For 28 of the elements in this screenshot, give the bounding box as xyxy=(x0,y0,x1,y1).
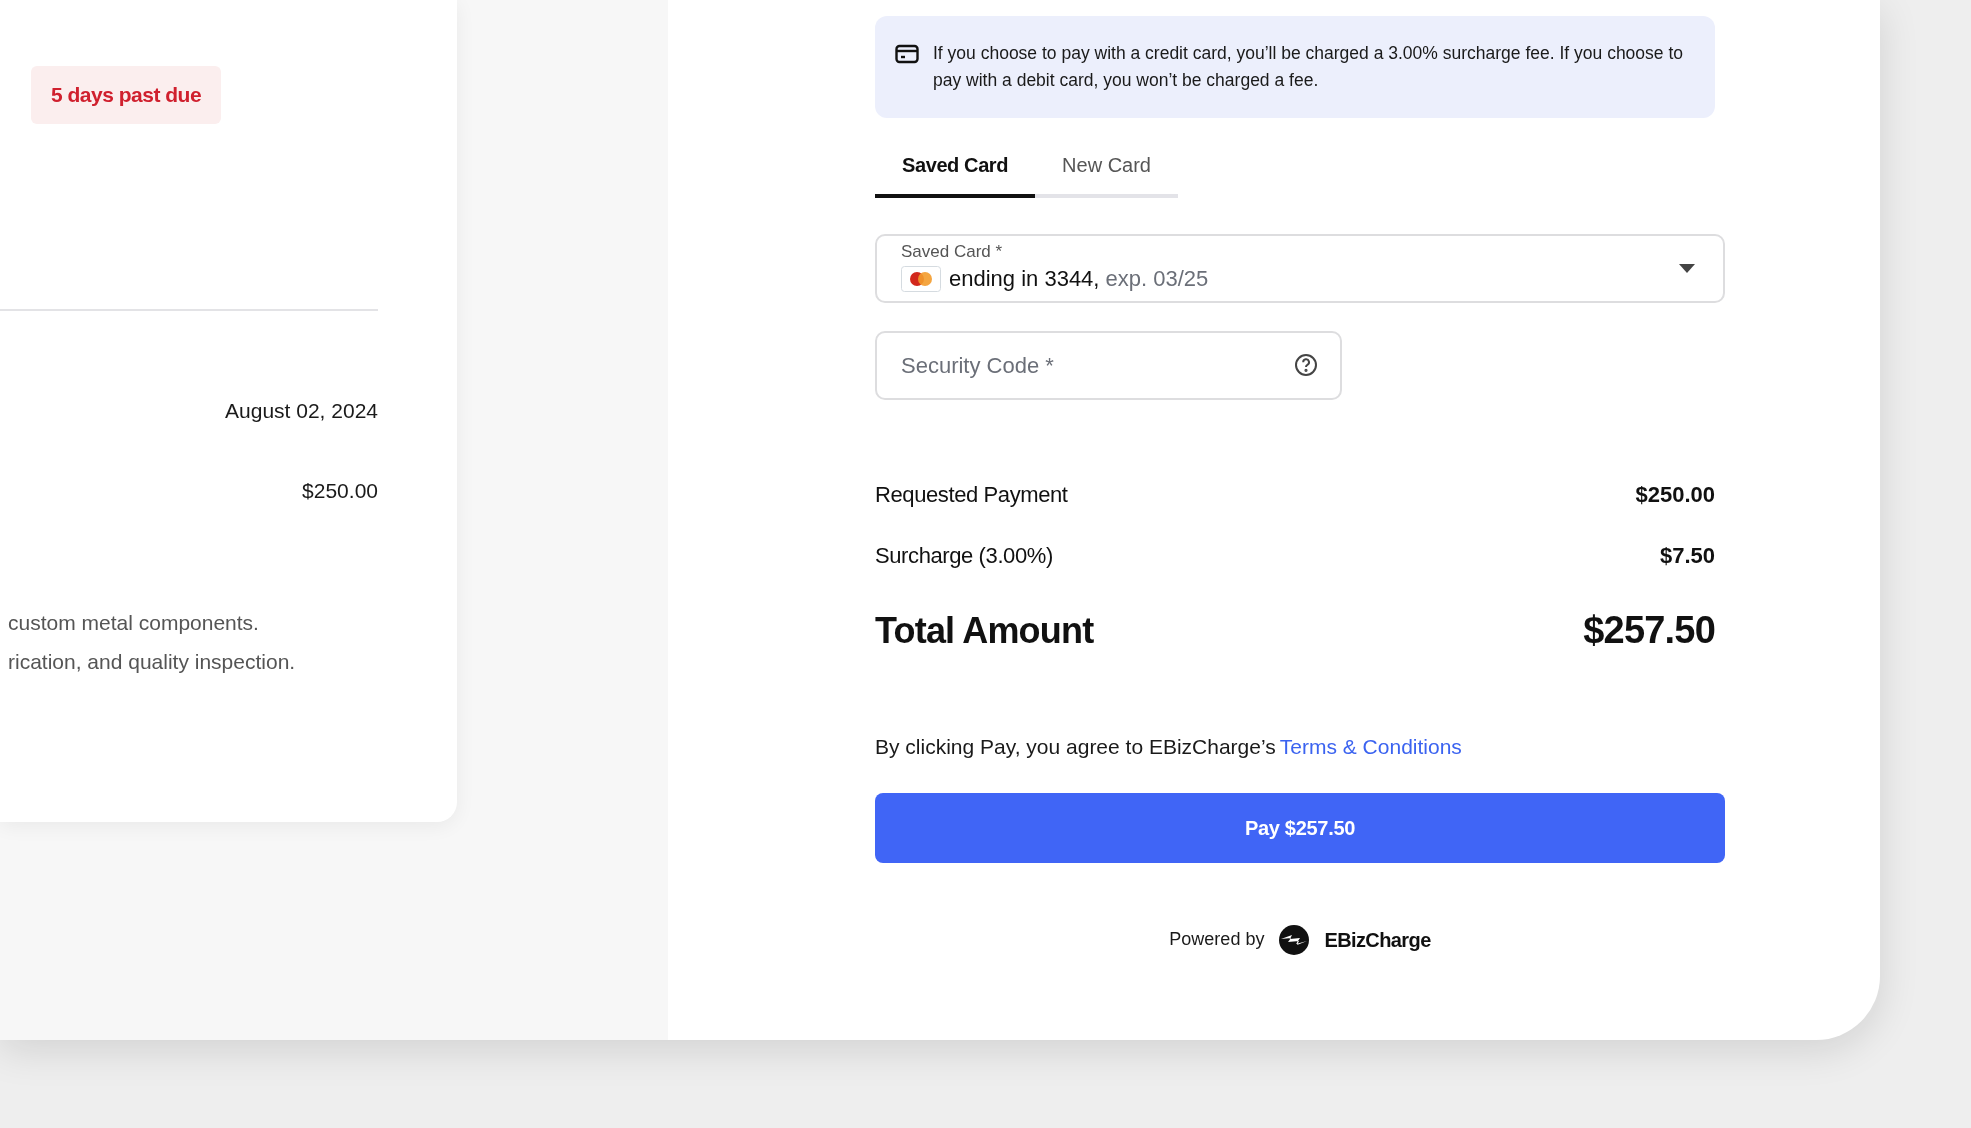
field-label: Saved Card * xyxy=(901,242,1003,262)
notice-text: If you choose to pay with a credit card, you’ll be charged a 3.00% surcharge fee. If you choose to pay with a debit card, you won’t be charged a fee. xyxy=(933,42,1685,92)
help-icon[interactable] xyxy=(1294,353,1318,377)
invoice-amount: $250.00 xyxy=(302,478,378,504)
status-badge: 5 days past due xyxy=(31,66,222,124)
card-brand-icon xyxy=(901,265,941,292)
tab[interactable]: Saved Card xyxy=(875,136,1036,198)
summary-value: $257.50 xyxy=(1583,608,1715,653)
credit-card-icon xyxy=(895,44,919,64)
powered-by-text: Powered by xyxy=(1169,928,1265,951)
security-code-field[interactable]: Security Code * xyxy=(875,331,1342,400)
summary-label: Requested Payment xyxy=(875,481,1068,509)
tab[interactable]: New Card xyxy=(1035,136,1178,198)
card-value: ending in 3344, exp. 03/25 xyxy=(949,265,1209,293)
invoice-description: rication, and quality inspection. xyxy=(8,649,296,675)
brand-name: EBizCharge xyxy=(1324,927,1431,953)
brand-logo-icon xyxy=(1278,923,1311,956)
pay-button[interactable]: Pay $257.50 xyxy=(875,792,1725,863)
dropdown-caret-icon xyxy=(1679,264,1695,273)
summary-label: Surcharge (3.00%) xyxy=(875,542,1053,570)
saved-card-select[interactable]: Saved Card * ending in 3344, exp. 03/25 xyxy=(875,234,1725,303)
invoice-description: custom metal components. xyxy=(8,609,259,636)
terms-link[interactable]: Terms & Conditions xyxy=(1279,731,1462,763)
invoice-date: August 02, 2024 xyxy=(225,397,378,424)
summary-value: $250.00 xyxy=(1635,481,1715,509)
summary-value: $7.50 xyxy=(1659,542,1715,570)
summary-label: Total Amount xyxy=(875,608,1094,653)
terms-text: By clicking Pay, you agree to EBizCharge’s xyxy=(875,734,1276,760)
